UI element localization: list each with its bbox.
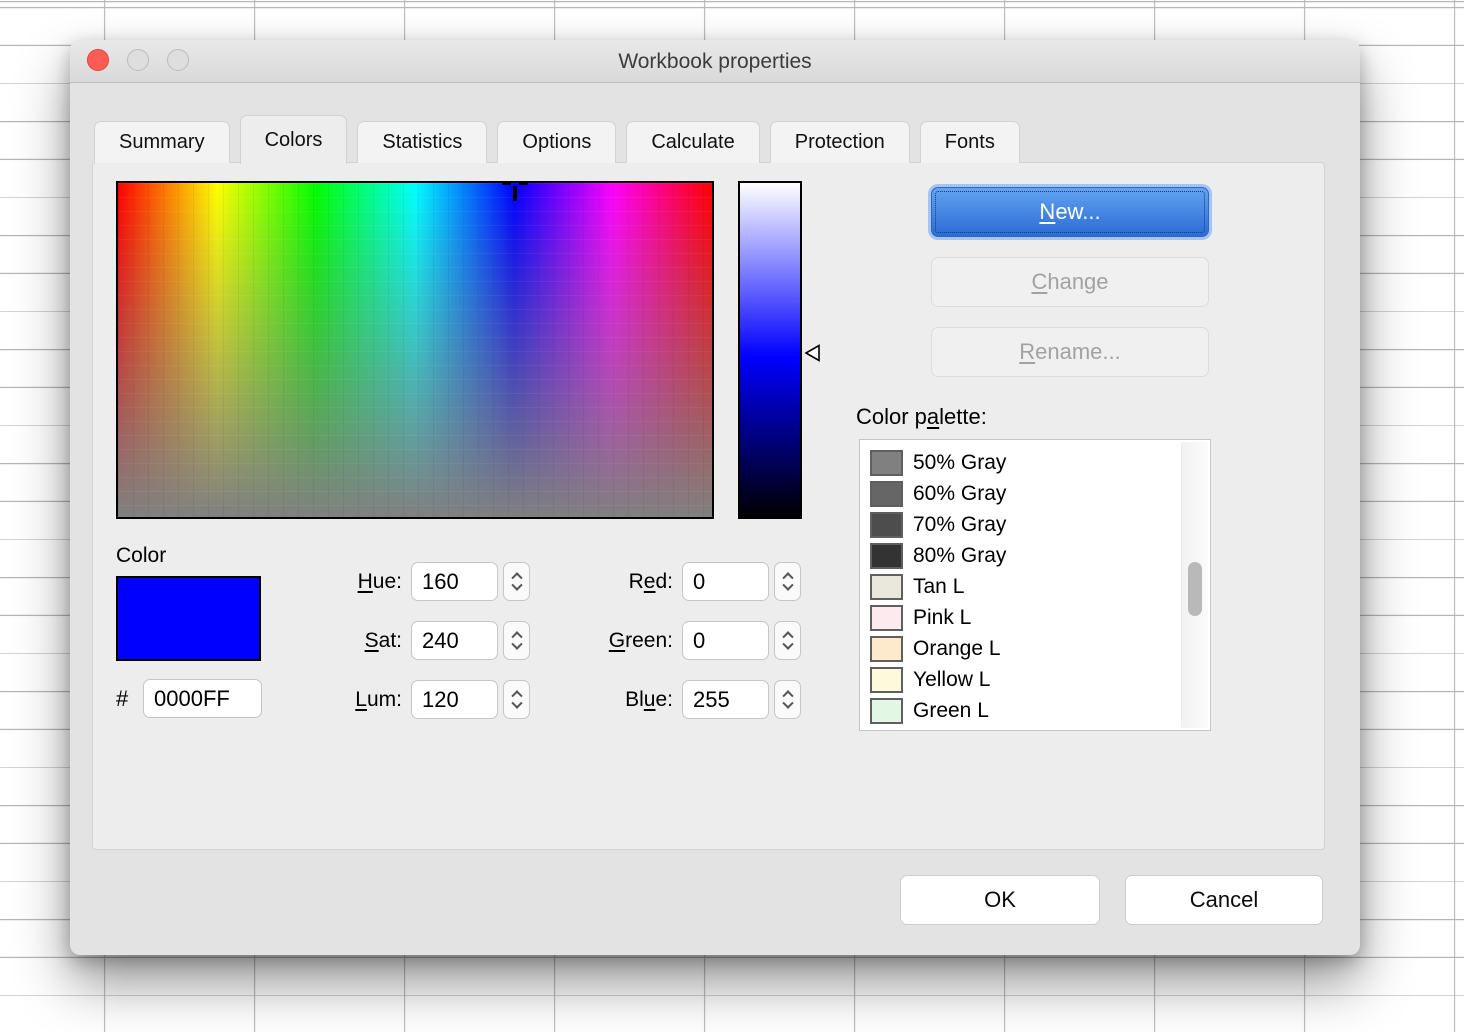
rgb-field-row: Blue:: [563, 680, 801, 719]
ok-button[interactable]: OK: [900, 875, 1100, 925]
stepper-down-icon[interactable]: [782, 639, 793, 650]
rgb-stepper[interactable]: [774, 562, 801, 601]
rgb-field-label: Red:: [629, 570, 673, 594]
palette-scrollbar-thumb[interactable]: [1188, 562, 1202, 616]
hsl-field-label: Hue:: [358, 570, 402, 594]
tab-label: Fonts: [945, 131, 995, 154]
tab[interactable]: Colors: [240, 115, 348, 164]
palette-item-label: Pink L: [913, 606, 971, 630]
palette-item[interactable]: 80% Gray: [870, 540, 1210, 571]
palette-item-label: 80% Gray: [913, 544, 1006, 568]
titlebar: Workbook properties: [70, 40, 1360, 83]
palette-item[interactable]: 70% Gray: [870, 509, 1210, 540]
hsl-field-row: Hue:: [233, 562, 530, 601]
current-color-label: Color: [116, 544, 166, 568]
tab-bar: Summary Colors Statistics Options Calcul…: [94, 114, 1020, 163]
new-button[interactable]: New...: [931, 187, 1209, 237]
palette-item[interactable]: Tan L: [870, 571, 1210, 602]
rename-button[interactable]: Rename...: [931, 327, 1209, 377]
palette-item-label: 70% Gray: [913, 513, 1006, 537]
tab-label: Options: [522, 131, 591, 154]
palette-swatch: [870, 605, 903, 631]
palette-item[interactable]: 60% Gray: [870, 478, 1210, 509]
hsl-value-input[interactable]: [411, 621, 498, 660]
hsl-field-label: Lum:: [355, 688, 402, 712]
stepper-down-icon[interactable]: [511, 580, 522, 591]
color-palette-label: Color palette:: [856, 404, 987, 430]
palette-item-label: Green L: [913, 699, 989, 723]
window-title: Workbook properties: [70, 40, 1360, 83]
palette-item-label: Tan L: [913, 575, 964, 599]
hsl-field-row: Lum:: [233, 680, 530, 719]
stepper-down-icon[interactable]: [782, 698, 793, 709]
palette-item[interactable]: Yellow L: [870, 664, 1210, 695]
workbook-properties-dialog: Workbook properties Summary Colors Stati…: [70, 40, 1360, 955]
rgb-value-input[interactable]: [682, 621, 769, 660]
tab[interactable]: Protection: [770, 121, 910, 163]
hsl-value-input[interactable]: [411, 562, 498, 601]
palette-swatch: [870, 450, 903, 476]
rgb-value-input[interactable]: [682, 562, 769, 601]
colors-tab-panel: Color # Hue: Sat:: [92, 162, 1325, 850]
rgb-value-input[interactable]: [682, 680, 769, 719]
palette-swatch: [870, 574, 903, 600]
palette-item[interactable]: Orange L: [870, 633, 1210, 664]
hsl-field-label: Sat:: [365, 629, 402, 653]
cancel-button[interactable]: Cancel: [1125, 875, 1323, 925]
palette-swatch: [870, 667, 903, 693]
palette-item-label: Yellow L: [913, 668, 990, 692]
palette-swatch: [870, 512, 903, 538]
luminance-slider-marker[interactable]: [804, 344, 821, 362]
palette-item-label: 50% Gray: [913, 451, 1006, 475]
tab-label: Colors: [265, 129, 323, 152]
palette-swatch: [870, 636, 903, 662]
palette-scrollbar[interactable]: [1181, 442, 1208, 728]
palette-swatch: [870, 481, 903, 507]
rgb-field-row: Green:: [563, 621, 801, 660]
tab[interactable]: Calculate: [626, 121, 759, 163]
color-field-cursor-right-nub: [519, 181, 528, 185]
rgb-field-label: Blue:: [625, 688, 673, 712]
hsl-field-row: Sat:: [233, 621, 530, 660]
rgb-stepper[interactable]: [774, 621, 801, 660]
tab-label: Statistics: [382, 131, 462, 154]
tab[interactable]: Summary: [94, 121, 230, 163]
rgb-field-label: Green:: [609, 629, 673, 653]
rgb-stepper[interactable]: [774, 680, 801, 719]
palette-swatch: [870, 543, 903, 569]
tab[interactable]: Options: [497, 121, 616, 163]
luminance-slider[interactable]: [738, 181, 802, 519]
tab-label: Summary: [119, 131, 205, 154]
tab-label: Protection: [795, 131, 885, 154]
hsl-stepper[interactable]: [503, 621, 530, 660]
hex-prefix-label: #: [116, 686, 143, 712]
palette-item[interactable]: Pink L: [870, 602, 1210, 633]
tab[interactable]: Statistics: [357, 121, 487, 163]
palette-item-label: 60% Gray: [913, 482, 1006, 506]
hsl-stepper[interactable]: [503, 680, 530, 719]
color-field-cursor[interactable]: [513, 186, 517, 201]
change-button[interactable]: Change: [931, 257, 1209, 307]
stepper-down-icon[interactable]: [782, 580, 793, 591]
tab[interactable]: Fonts: [920, 121, 1020, 163]
stepper-down-icon[interactable]: [511, 698, 522, 709]
hsl-stepper[interactable]: [503, 562, 530, 601]
stepper-down-icon[interactable]: [511, 639, 522, 650]
palette-item[interactable]: 50% Gray: [870, 447, 1210, 478]
rgb-fields: Red: Green: Blue:: [563, 562, 801, 719]
hue-saturation-field[interactable]: [116, 181, 714, 519]
tab-label: Calculate: [651, 131, 734, 154]
palette-item-label: Orange L: [913, 637, 1001, 661]
hsl-fields: Hue: Sat: Lum:: [233, 562, 530, 719]
palette-swatch: [870, 698, 903, 724]
rgb-field-row: Red:: [563, 562, 801, 601]
color-field-cursor-left-nub: [502, 181, 511, 185]
hue-saturation-field-grid: [118, 183, 712, 517]
color-palette-list[interactable]: 50% Gray 60% Gray 70% Gray 80% Gray Tan …: [859, 439, 1211, 731]
hsl-value-input[interactable]: [411, 680, 498, 719]
palette-item[interactable]: Green L: [870, 695, 1210, 726]
